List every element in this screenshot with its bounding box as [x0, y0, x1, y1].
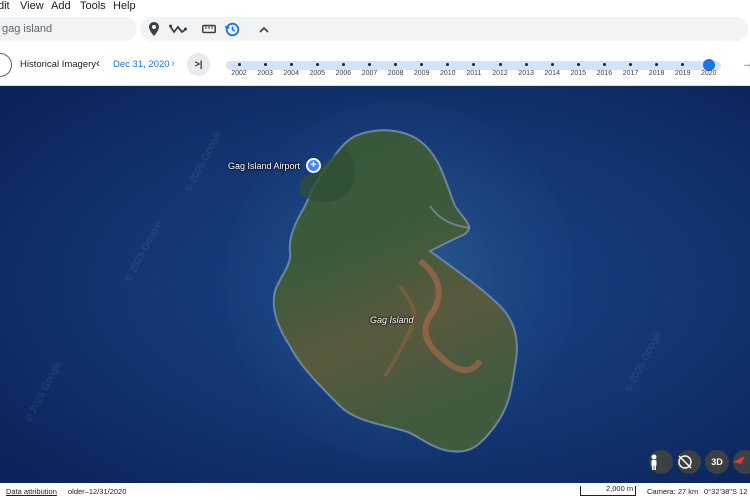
timeline-year-label[interactable]: 2020: [697, 70, 721, 77]
forward-icon[interactable]: →: [742, 56, 750, 70]
menu-edit[interactable]: dit: [0, 0, 10, 13]
timeline-tick[interactable]: [550, 63, 554, 66]
satellite-imagery: [0, 86, 750, 483]
timeline-tick[interactable]: [498, 63, 502, 66]
timeline-year-label[interactable]: 2008: [384, 70, 408, 77]
coordinates: 0°32'38"S 12: [704, 487, 748, 496]
menu-add[interactable]: Add: [51, 0, 71, 13]
timeline-year-label[interactable]: 2006: [331, 70, 355, 77]
timeline-tick[interactable]: [629, 63, 632, 66]
timeline-year-label[interactable]: 2007: [358, 70, 382, 77]
timeline-year-label[interactable]: 2018: [645, 70, 669, 77]
placemark-icon[interactable]: [145, 20, 163, 38]
historical-imagery-bar: Historical Imagery ‹ Dec 31, 2020 › >| 2…: [0, 44, 750, 86]
tool-strip: [140, 17, 748, 41]
previous-date-icon[interactable]: ‹: [96, 56, 100, 70]
ruler-icon[interactable]: [200, 20, 218, 38]
timeline-tick[interactable]: [524, 63, 528, 66]
menu-tools[interactable]: Tools: [80, 0, 106, 13]
menu-bar: dit View Add Tools Help: [0, 0, 750, 14]
menu-help[interactable]: Help: [113, 0, 136, 13]
camera-altitude: Camera: 27 km: [647, 487, 699, 496]
menu-view[interactable]: View: [20, 0, 44, 13]
timeline-tick[interactable]: [602, 63, 606, 66]
scale-label: 2,000 m: [606, 484, 634, 493]
timeline-tick[interactable]: [289, 63, 293, 66]
search-input[interactable]: gag island: [0, 17, 137, 41]
latest-date-button[interactable]: >|: [187, 53, 210, 76]
path-icon[interactable]: [167, 20, 189, 38]
timeline-year-label[interactable]: 2015: [566, 70, 590, 77]
timeline-year-label[interactable]: 2010: [436, 70, 460, 77]
timeline-year-label[interactable]: 2019: [671, 70, 695, 77]
timeline-year-label[interactable]: 2012: [488, 70, 512, 77]
timeline-tick[interactable]: [368, 63, 371, 66]
timeline-year-label[interactable]: 2002: [227, 70, 251, 77]
timeline-tick[interactable]: [315, 63, 319, 66]
history-date: Dec 31, 2020: [113, 59, 170, 70]
timeline-tick[interactable]: [237, 63, 241, 66]
timeline-year-label[interactable]: 2016: [592, 70, 616, 77]
compass-reset-icon[interactable]: [677, 450, 701, 474]
street-view-pegman-icon[interactable]: [649, 450, 673, 474]
timeline-year-label[interactable]: 2011: [462, 70, 486, 77]
close-history-button[interactable]: [0, 53, 12, 77]
timeline-year-label[interactable]: 2017: [619, 70, 643, 77]
status-bar: Data attribution older–12/31/2020 2,000 …: [0, 483, 750, 500]
timeline-year-label[interactable]: 2005: [305, 70, 329, 77]
history-label: Historical Imagery: [20, 59, 97, 70]
chevron-up-icon[interactable]: [255, 20, 273, 38]
imagery-date: older–12/31/2020: [68, 487, 127, 496]
toggle-3d-button[interactable]: 3D: [705, 450, 729, 474]
timeline-tick[interactable]: [576, 63, 580, 66]
airport-pin-icon[interactable]: +: [306, 158, 321, 173]
timeline-year-label[interactable]: 2014: [540, 70, 564, 77]
timeline-year-label[interactable]: 2003: [253, 70, 277, 77]
search-value: gag island: [2, 23, 53, 35]
timeline-tick[interactable]: [263, 63, 267, 66]
timeline-year-label[interactable]: 2013: [514, 70, 538, 77]
timeline-tick[interactable]: [341, 63, 345, 66]
island-label[interactable]: Gag Island: [370, 315, 414, 325]
compass-icon[interactable]: [733, 450, 750, 474]
toolbar: gag island: [0, 14, 750, 44]
next-date-icon[interactable]: ›: [171, 56, 175, 70]
historical-imagery-icon[interactable]: [223, 20, 241, 38]
map-view[interactable]: © 2025 Google © 2025 Google © 2025 Googl…: [0, 86, 750, 483]
timeline-year-label[interactable]: 2009: [410, 70, 434, 77]
airport-label[interactable]: Gag Island Airport: [228, 161, 300, 171]
timeline-year-label[interactable]: 2004: [279, 70, 303, 77]
data-attribution-link[interactable]: Data attribution: [6, 487, 57, 496]
